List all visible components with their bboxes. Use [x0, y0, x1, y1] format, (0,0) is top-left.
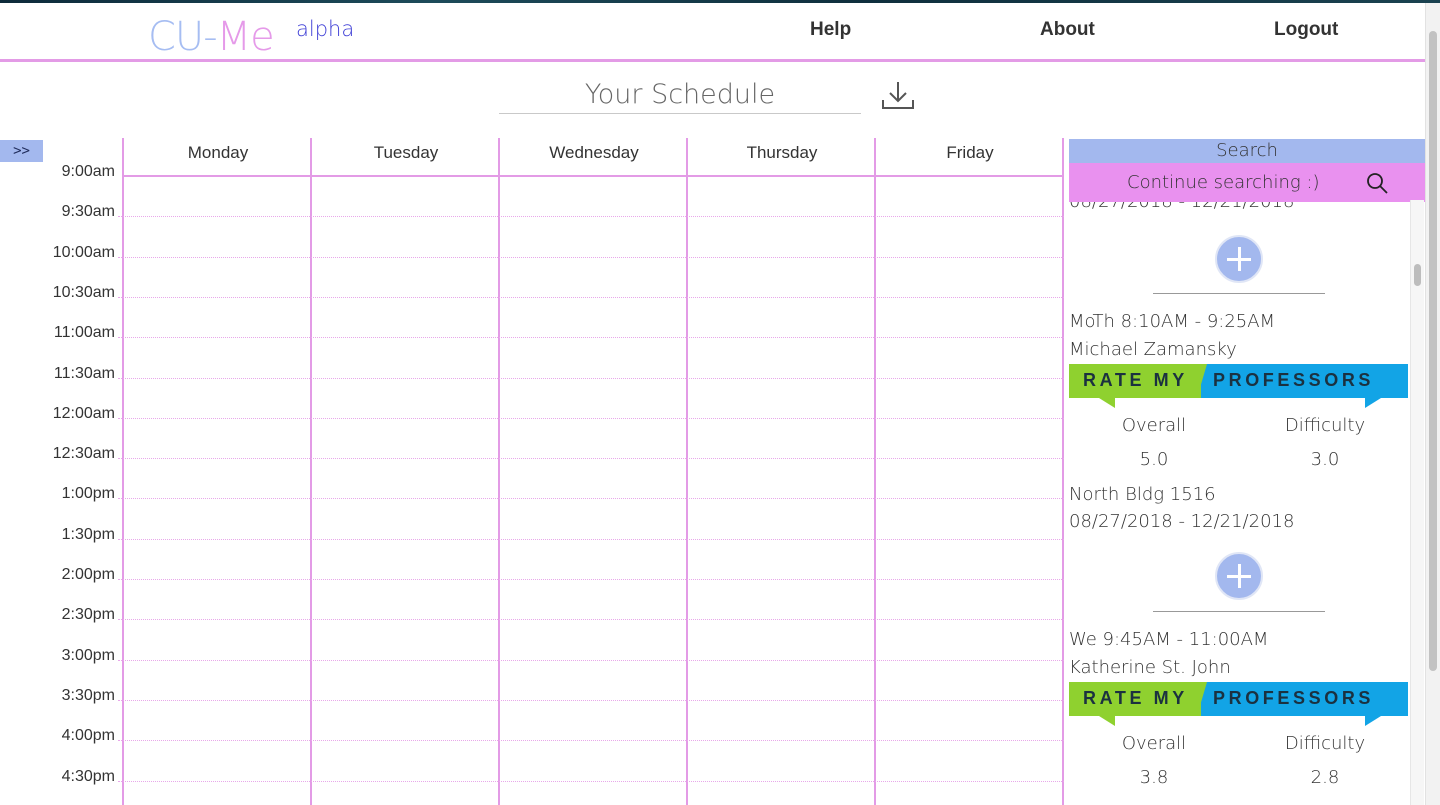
time-label: 1:00pm	[61, 485, 115, 502]
overall-label: Overall	[1121, 733, 1187, 754]
time-row-line	[118, 458, 1064, 459]
day-column[interactable]	[122, 138, 124, 805]
search-header-button[interactable]: Search	[1069, 139, 1425, 163]
time-label: 10:00am	[52, 244, 115, 261]
time-label: 2:30pm	[61, 606, 115, 623]
time-label: 3:00pm	[61, 647, 115, 664]
time-label: 12:00am	[52, 405, 115, 422]
day-column[interactable]	[310, 138, 312, 805]
nav-about-link[interactable]: About	[1040, 19, 1095, 41]
day-column[interactable]	[874, 138, 876, 805]
time-label: 10:30am	[52, 284, 115, 301]
app-header: CU-Me alpha Help About Logout	[0, 3, 1425, 60]
panel-scrollbar-thumb[interactable]	[1414, 264, 1421, 286]
rate-my-professors-badge[interactable]: RATE MY PROFESSORS	[1069, 364, 1408, 410]
panel-scrollbar[interactable]	[1410, 200, 1424, 805]
rmp-label-left: RATE MY	[1083, 688, 1188, 708]
rmp-tab-left	[1099, 716, 1115, 726]
section-divider	[1153, 611, 1325, 612]
time-row-line	[118, 700, 1064, 701]
section-location: North Bldg 1516	[1069, 484, 1216, 505]
header-divider	[0, 59, 1425, 62]
nav-logout-link[interactable]: Logout	[1274, 19, 1338, 41]
add-course-button[interactable]	[1215, 235, 1263, 283]
section-dates: 08/27/2018 - 12/21/2018	[1069, 511, 1295, 532]
day-column[interactable]	[498, 138, 500, 805]
day-header: Friday	[946, 143, 994, 162]
logo-me: Me	[216, 14, 275, 60]
time-label: 9:00am	[61, 163, 115, 180]
time-row-line	[118, 660, 1064, 661]
time-label: 11:30am	[53, 365, 115, 382]
time-label: 4:00pm	[61, 727, 115, 744]
section-professor: Katherine St. John	[1069, 657, 1231, 678]
time-row-line	[118, 539, 1064, 540]
day-header: Wednesday	[549, 143, 639, 162]
time-label: 11:00am	[53, 324, 115, 341]
time-row-line	[118, 297, 1064, 298]
time-row-line	[118, 216, 1064, 217]
page-scrollbar-thumb[interactable]	[1429, 31, 1437, 671]
rmp-label-left: RATE MY	[1083, 370, 1188, 390]
day-header: Thursday	[746, 143, 818, 162]
search-panel: 08/27/2018 - 12/21/2018 Search Continue …	[1069, 139, 1425, 805]
rmp-slant	[1197, 682, 1207, 716]
difficulty-label: Difficulty	[1284, 733, 1366, 754]
overall-value: 3.8	[1139, 767, 1169, 788]
app-logo[interactable]: CU-Me alpha	[148, 11, 354, 63]
rmp-slant	[1197, 364, 1207, 398]
logo-alpha-badge: alpha	[296, 17, 355, 41]
time-label: 1:30pm	[61, 526, 115, 543]
section-time: MoTh 8:10AM - 9:25AM	[1069, 311, 1276, 332]
download-icon[interactable]	[880, 80, 916, 112]
section-divider	[1153, 293, 1325, 294]
section-time: We 9:45AM - 11:00AM	[1069, 629, 1269, 650]
rmp-tab-left	[1099, 398, 1115, 408]
overall-value: 5.0	[1139, 449, 1169, 470]
time-row-line	[118, 579, 1064, 580]
rmp-label-right: PROFESSORS	[1213, 688, 1375, 708]
difficulty-label: Difficulty	[1284, 415, 1366, 436]
time-label: 9:30am	[61, 203, 115, 220]
time-row-line	[118, 418, 1064, 419]
time-row-line	[118, 781, 1064, 782]
time-label: 2:00pm	[61, 566, 115, 583]
add-course-button[interactable]	[1215, 552, 1263, 600]
rate-my-professors-badge[interactable]: RATE MY PROFESSORS	[1069, 682, 1408, 728]
day-column[interactable]	[686, 138, 688, 805]
difficulty-value: 3.0	[1310, 449, 1340, 470]
rmp-tab-right	[1365, 398, 1381, 408]
time-row-line	[118, 498, 1064, 499]
time-row-line	[118, 337, 1064, 338]
continue-searching-label: Continue searching :)	[1127, 172, 1320, 193]
time-row-line	[118, 619, 1064, 620]
page-scrollbar[interactable]	[1425, 3, 1440, 805]
schedule-calendar: Monday Tuesday Wednesday Thursday Friday 9:00…	[0, 138, 1070, 805]
calendar-right-border	[1062, 138, 1064, 805]
schedule-title: Your Schedule	[499, 76, 861, 114]
rmp-label-right: PROFESSORS	[1213, 370, 1375, 390]
day-header: Tuesday	[373, 143, 439, 162]
nav-help-link[interactable]: Help	[810, 19, 851, 41]
continue-searching-bar[interactable]: Continue searching :)	[1069, 163, 1425, 202]
overall-label: Overall	[1121, 415, 1187, 436]
logo-cu: CU-	[148, 14, 218, 60]
time-label: 3:30pm	[61, 687, 115, 704]
time-label: 12:30am	[52, 445, 115, 462]
time-row-line	[118, 378, 1064, 379]
difficulty-value: 2.8	[1310, 767, 1340, 788]
time-row-line	[118, 740, 1064, 741]
time-row-line	[118, 257, 1064, 258]
day-header: Monday	[187, 143, 249, 162]
rmp-tab-right	[1365, 716, 1381, 726]
section-professor: Michael Zamansky	[1069, 339, 1237, 360]
search-icon[interactable]	[1365, 171, 1389, 195]
time-label: 4:30pm	[61, 768, 115, 785]
